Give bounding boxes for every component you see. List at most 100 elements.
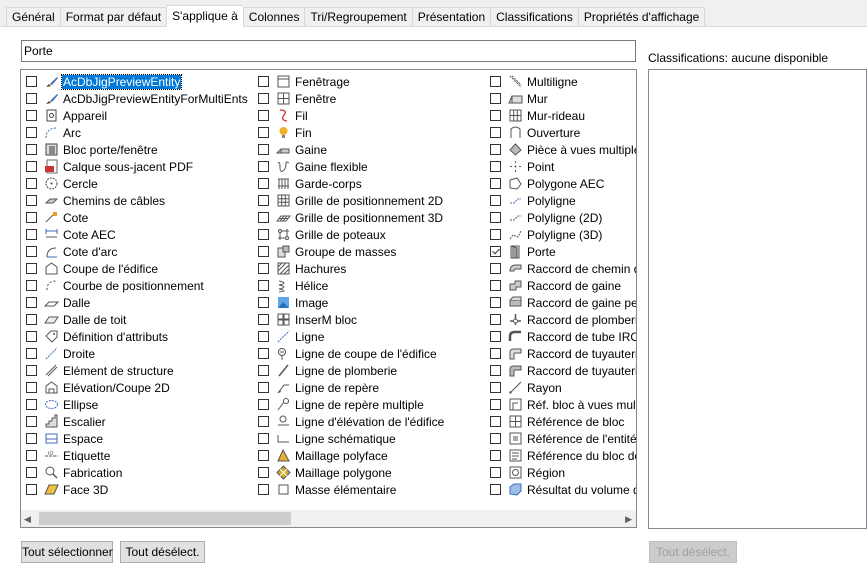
checkbox[interactable] [26,212,37,223]
list-item-ouverture[interactable]: Ouverture [485,124,636,141]
list-item-escalier[interactable]: Escalier [21,413,249,430]
checkbox[interactable] [26,382,37,393]
list-item-gaine-flexible[interactable]: Gaine flexible [253,158,445,175]
checkbox[interactable] [490,365,501,376]
classifications-deselect-all-button[interactable]: Tout désélect. [649,541,737,563]
deselect-all-button[interactable]: Tout désélect. [120,541,205,563]
list-item-image[interactable]: Image [253,294,445,311]
list-item-hachures[interactable]: Hachures [253,260,445,277]
list-item-cote-d-arc[interactable]: Cote d'arc [21,243,249,260]
list-item-coupe-de-l-edifice[interactable]: Coupe de l'édifice [21,260,249,277]
list-item-face-3d[interactable]: Face 3D [21,481,249,498]
list-item-reference-de-bloc[interactable]: Référence de bloc [485,413,636,430]
list-item-fil[interactable]: Fil [253,107,445,124]
tab-general[interactable]: Général [6,7,60,27]
list-item-reference-de-l-entite[interactable]: Référence de l'entité [485,430,636,447]
list-item-raccord-de-tuyauteri[interactable]: Raccord de tuyauteri [485,345,636,362]
checkbox[interactable] [490,484,501,495]
list-item-grille-de-positionnement-3d[interactable]: Grille de positionnement 3D [253,209,445,226]
list-item-gaine[interactable]: Gaine [253,141,445,158]
list-item-ligne-d-elevation-de-l-edifice[interactable]: Ligne d'élévation de l'édifice [253,413,445,430]
list-item-grille-de-positionnement-2d[interactable]: Grille de positionnement 2D [253,192,445,209]
list-item-dalle-de-toit[interactable]: Dalle de toit [21,311,249,328]
select-all-button[interactable]: Tout sélectionner [21,541,113,563]
checkbox[interactable] [258,416,269,427]
checkbox[interactable] [258,467,269,478]
tab-sorting-grouping[interactable]: Tri/Regroupement [304,7,412,27]
tab-display-properties[interactable]: Propriétés d'affichage [577,7,706,27]
horizontal-scrollbar[interactable]: ◀ ▶ [21,510,636,527]
checkbox[interactable] [258,348,269,359]
checkbox[interactable] [490,399,501,410]
list-item-ligne-de-plomberie[interactable]: Ligne de plomberie [253,362,445,379]
list-item-raccord-de-tube-iro[interactable]: Raccord de tube IRO [485,328,636,345]
checkbox[interactable] [26,246,37,257]
checkbox[interactable] [490,212,501,223]
checkbox[interactable] [490,280,501,291]
list-item-maillage-polyface[interactable]: Maillage polyface [253,447,445,464]
list-item-bloc-porte-fenetre[interactable]: Bloc porte/fenêtre [21,141,249,158]
checkbox[interactable] [490,127,501,138]
list-item-grille-de-poteaux[interactable]: Grille de poteaux [253,226,445,243]
list-item-ref-bloc-a-vues-mult[interactable]: Réf. bloc à vues mult [485,396,636,413]
checkbox[interactable] [490,195,501,206]
checkbox[interactable] [490,178,501,189]
classifications-list[interactable] [648,69,867,529]
list-item-element-de-structure[interactable]: Elément de structure [21,362,249,379]
checkbox[interactable] [258,161,269,172]
checkbox[interactable] [26,178,37,189]
list-item-ligne[interactable]: Ligne [253,328,445,345]
list-item-fabrication[interactable]: Fabrication [21,464,249,481]
checkbox[interactable] [26,348,37,359]
list-item-raccord-de-gaine[interactable]: Raccord de gaine [485,277,636,294]
list-item-calque-sous-jacent-pdf[interactable]: Calque sous-jacent PDF [21,158,249,175]
list-item-raccord-de-gaine-per[interactable]: Raccord de gaine per [485,294,636,311]
list-item-arc[interactable]: Arc [21,124,249,141]
checkbox[interactable] [26,331,37,342]
checkbox[interactable] [490,76,501,87]
list-item-espace[interactable]: Espace [21,430,249,447]
list-item-garde-corps[interactable]: Garde-corps [253,175,445,192]
tab-layout[interactable]: Présentation [411,7,491,27]
checkbox[interactable] [26,280,37,291]
name-input[interactable]: Porte [21,40,636,62]
checkbox[interactable] [258,297,269,308]
list-item-polyligne[interactable]: Polyligne [485,192,636,209]
list-item-chemins-de-cables[interactable]: Chemins de câbles [21,192,249,209]
checkbox[interactable] [490,382,501,393]
list-item-appareil[interactable]: Appareil [21,107,249,124]
checkbox[interactable] [490,467,501,478]
checkbox[interactable] [258,399,269,410]
checkbox[interactable] [26,399,37,410]
checkbox[interactable] [490,433,501,444]
list-item-droite[interactable]: Droite [21,345,249,362]
tab-default-format[interactable]: Format par défaut [59,7,167,27]
list-item-masse-elementaire[interactable]: Masse élémentaire [253,481,445,498]
list-item-fenetre[interactable]: Fenêtre [253,90,445,107]
checkbox[interactable] [258,212,269,223]
list-item-resultat-du-volume-d[interactable]: Résultat du volume d [485,481,636,498]
checkbox[interactable] [258,484,269,495]
checkbox[interactable] [490,229,501,240]
list-item-reference-du-bloc-de[interactable]: Référence du bloc de [485,447,636,464]
list-item-helice[interactable]: Hélice [253,277,445,294]
object-type-list[interactable]: AcDbJigPreviewEntity AcDbJigPreviewEntity… [20,69,637,528]
checkbox[interactable] [490,348,501,359]
checkbox[interactable] [258,195,269,206]
list-item-inserm-bloc[interactable]: InserM bloc [253,311,445,328]
checkbox[interactable] [258,178,269,189]
list-item-ligne-de-coupe-de-l-edifice[interactable]: Ligne de coupe de l'édifice [253,345,445,362]
list-item-maillage-polygone[interactable]: Maillage polygone [253,464,445,481]
list-item-cote-aec[interactable]: Cote AEC [21,226,249,243]
checkbox[interactable] [258,229,269,240]
checkbox[interactable] [258,382,269,393]
list-item-ligne-de-repere[interactable]: Ligne de repère [253,379,445,396]
checkbox[interactable] [490,314,501,325]
checkbox[interactable] [26,297,37,308]
checkbox[interactable] [26,416,37,427]
checkbox[interactable] [258,314,269,325]
list-item-region[interactable]: Région [485,464,636,481]
checkbox[interactable] [258,331,269,342]
checkbox[interactable] [26,365,37,376]
checkbox[interactable] [258,246,269,257]
